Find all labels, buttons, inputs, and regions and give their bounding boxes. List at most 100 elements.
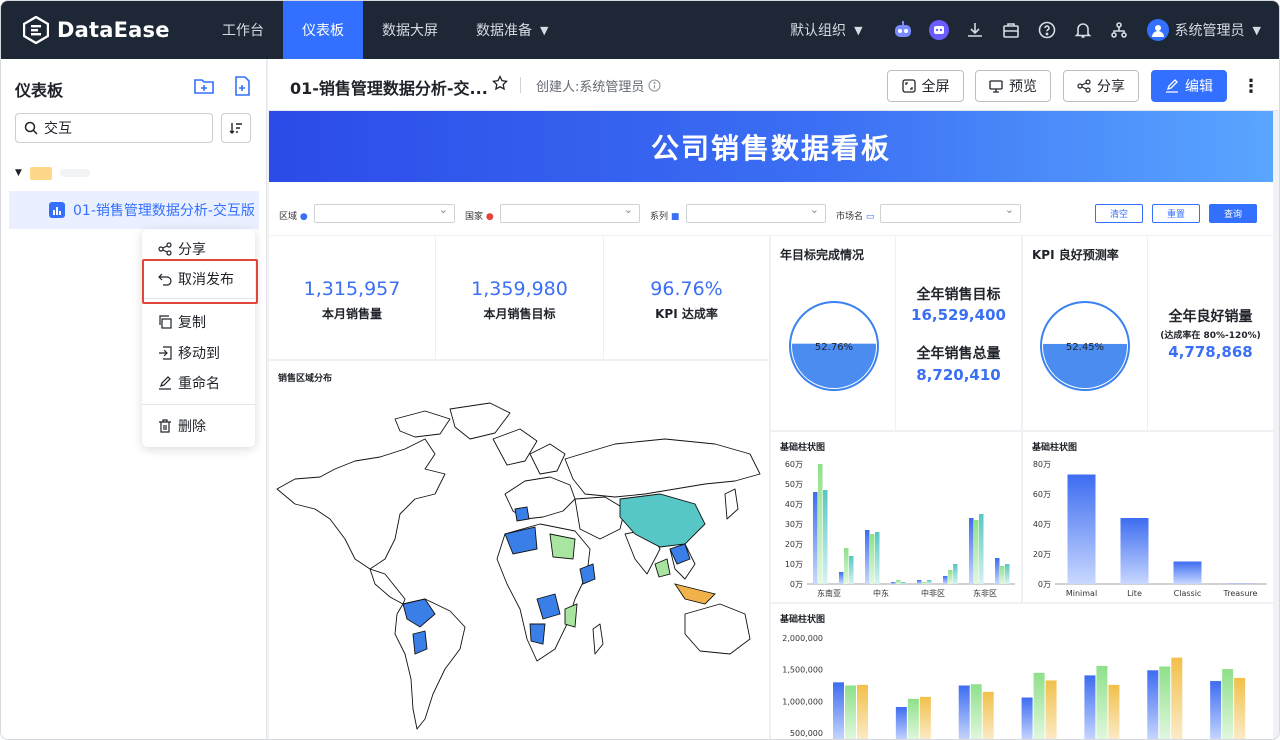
bar-chart-region: 0万 10万 20万 30万 40万 50万 60万东南亚 中东 中非区 东非区 [785, 460, 1015, 598]
side-label: 全年销售目标 [916, 287, 1001, 303]
side-label: 全年销售总量 [916, 346, 1001, 362]
nav-item-workbench[interactable]: 工作台 [203, 1, 283, 59]
share-button[interactable]: 分享 [1063, 70, 1139, 102]
search-input[interactable]: 交互 [15, 113, 213, 143]
new-dashboard-icon[interactable] [231, 75, 253, 97]
filter-select-country[interactable] [500, 203, 640, 223]
filter-select-market[interactable] [880, 203, 1021, 223]
bar [823, 490, 828, 584]
bar [1222, 669, 1234, 739]
bar [891, 582, 896, 584]
tree-item-label: 01-销售管理数据分析-交互版 [73, 203, 255, 219]
bar [870, 534, 875, 584]
gauge-panel-kpi: KPI 良好预测率 52.45% 全年良好销量 (达成率在 80%-120%) … [1023, 236, 1273, 430]
download-icon[interactable] [963, 18, 987, 42]
kpi-panel: 1,315,957 本月销售量 1,359,980 本月销售目标 96.76% … [269, 236, 769, 359]
edit-button[interactable]: 编辑 [1151, 70, 1227, 102]
ctx-move[interactable]: 移动到 [142, 339, 255, 367]
x-tick-label: 东非区 [973, 588, 997, 598]
info-icon[interactable] [648, 79, 661, 92]
bar [917, 580, 922, 584]
bar [833, 682, 844, 739]
org-tree-icon[interactable] [1107, 18, 1131, 42]
kpi-card: 1,359,980 本月销售目标 [436, 236, 603, 359]
globe-icon: ● [299, 212, 308, 222]
fullscreen-button[interactable]: 全屏 [887, 70, 964, 102]
page-title: 01-销售管理数据分析-交... [290, 79, 488, 98]
x-tick-label: 中东 [873, 588, 889, 598]
filter-label-market: 市场名 ▭ [836, 212, 875, 222]
nav-item-dashboard[interactable]: 仪表板 [283, 1, 363, 59]
nav-label: 数据大屏 [382, 23, 438, 39]
ctx-label: 删除 [178, 419, 206, 435]
sort-button[interactable] [221, 113, 251, 143]
bar [875, 532, 880, 584]
ctx-label: 重命名 [178, 376, 220, 392]
divider [142, 298, 255, 299]
chart-panel-bottom: 基础柱状图 500,000 1,000,000 1,500,000 2,000,000 [771, 604, 1273, 739]
top-nav: DataEase 工作台 仪表板 数据大屏 数据准备 ▼ 默认组织 ▼ 系统管理… [1, 1, 1279, 59]
org-selector[interactable]: 默认组织 ▼ [790, 20, 862, 40]
y-tick-label: 40万 [785, 500, 803, 509]
bar [849, 556, 854, 584]
context-menu: 分享 取消发布 复制 移动到 重命名 删除 [142, 229, 255, 447]
folder-name-blurred [59, 169, 90, 177]
bar [1021, 697, 1033, 739]
briefcase-icon[interactable] [999, 18, 1023, 42]
chart-panel-series: 基础柱状图 0万 20万 40万 60万 80万 Minimal Lite Classic Tr… [1023, 432, 1273, 602]
sidebar: 仪表板 交互 ▼ 01-销售管理数据分析-交互版 分享 取消发布 复制 移动到 … [1, 59, 267, 739]
org-label: 默认组织 [790, 23, 847, 39]
ctx-share[interactable]: 分享 [142, 235, 255, 263]
ctx-unpublish[interactable]: 取消发布 [142, 265, 255, 293]
bar [1173, 561, 1202, 584]
divider [520, 77, 521, 93]
ai-assistant-icon[interactable] [927, 18, 951, 42]
bar [1120, 518, 1149, 584]
side-value: 4,778,868 [1168, 343, 1253, 361]
clear-button[interactable]: 清空 [1095, 204, 1143, 223]
ctx-rename[interactable]: 重命名 [142, 369, 255, 397]
move-icon [159, 346, 172, 360]
bar [901, 582, 906, 584]
bar [1084, 675, 1096, 739]
kpi-value: 1,315,957 [303, 278, 401, 300]
bar [857, 684, 868, 739]
preview-button[interactable]: 预览 [975, 70, 1051, 102]
query-button[interactable]: 查询 [1209, 204, 1257, 223]
filter-select-region[interactable] [314, 203, 455, 223]
new-folder-icon[interactable] [193, 75, 215, 97]
y-tick-label: 20万 [785, 540, 803, 549]
ctx-delete[interactable]: 删除 [142, 412, 255, 440]
caret-down-icon: ▼ [540, 23, 549, 37]
bar [845, 685, 856, 739]
share-icon [158, 242, 172, 256]
bar [1234, 677, 1246, 739]
nav-item-data-prep[interactable]: 数据准备 ▼ [457, 1, 567, 59]
more-icon[interactable]: ⋮ [1242, 76, 1260, 97]
user-name: 系统管理员 [1174, 23, 1245, 39]
nav-item-data-screen[interactable]: 数据大屏 [363, 1, 457, 59]
user-menu[interactable]: 系统管理员 ▼ [1146, 19, 1261, 41]
kpi-label: 本月销售量 [321, 307, 382, 321]
caret-down-icon: ▼ [854, 23, 863, 37]
tree-folder-row[interactable]: ▼ [15, 162, 90, 184]
map-panel: 销售区域分布 [269, 361, 769, 739]
tree-item-dashboard[interactable]: 01-销售管理数据分析-交互版 [9, 191, 259, 229]
bar [919, 696, 931, 739]
sort-icon [229, 123, 242, 134]
reset-button[interactable]: 重置 [1152, 204, 1200, 223]
chart-panel-region: 基础柱状图 0万 10万 20万 30万 40万 50万 60万 东南亚 中东 中非区 东非区 [771, 432, 1021, 602]
x-tick-label: Treasure [1223, 589, 1258, 598]
y-tick-label: 60万 [785, 460, 803, 469]
bar [958, 685, 970, 739]
ctx-copy[interactable]: 复制 [142, 308, 255, 336]
robot-icon[interactable] [891, 18, 915, 42]
y-tick-label: 60万 [1033, 490, 1051, 499]
gauge-kpi: 52.45% [1040, 301, 1130, 391]
logo[interactable]: DataEase [23, 1, 203, 59]
filter-select-series[interactable] [686, 203, 826, 223]
help-icon[interactable] [1035, 18, 1059, 42]
gauge-annual: 52.76% [789, 301, 879, 391]
bell-icon[interactable] [1071, 18, 1095, 42]
star-icon[interactable] [492, 75, 508, 91]
